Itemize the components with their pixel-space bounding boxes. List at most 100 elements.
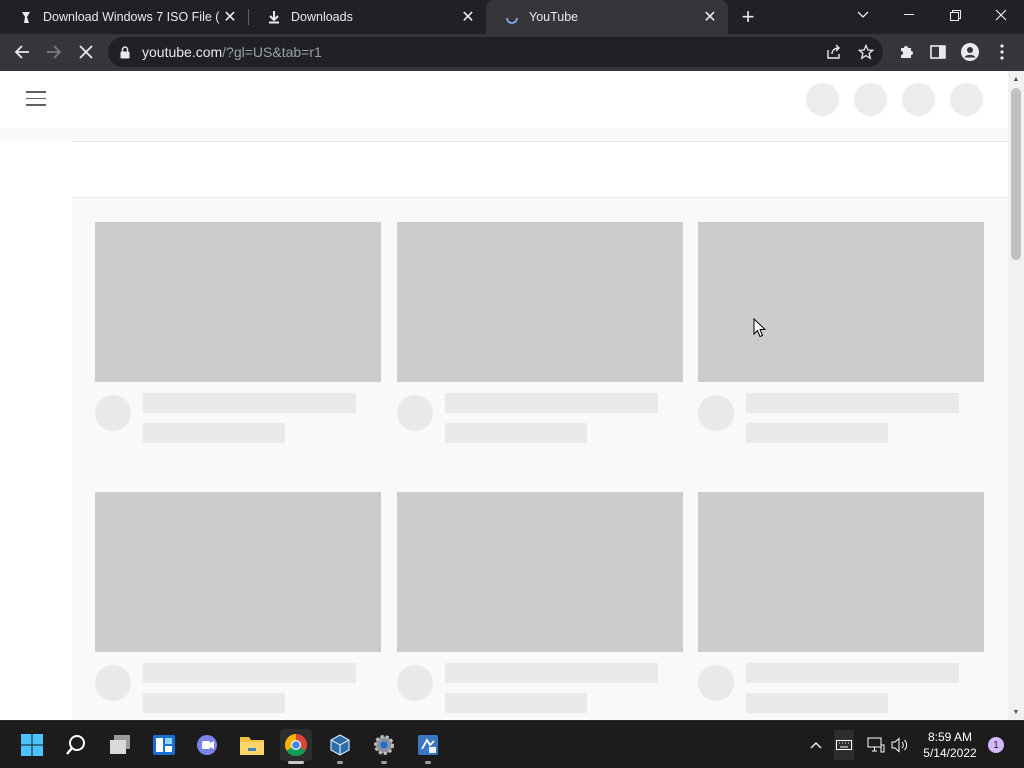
show-hidden-icons-chevron-icon[interactable]: [806, 735, 826, 755]
tab-downloads[interactable]: Downloads ✕: [248, 0, 486, 34]
tab-title: Download Windows 7 ISO File (U: [43, 10, 220, 24]
network-icon[interactable]: [866, 735, 886, 755]
share-icon[interactable]: [820, 38, 848, 66]
download-icon: [266, 9, 282, 25]
running-indicator: [337, 761, 343, 764]
chrome-icon[interactable]: [280, 729, 312, 764]
video-card-skeleton: [95, 492, 381, 720]
avatar-placeholder: [95, 665, 131, 701]
avatar-placeholder: [397, 395, 433, 431]
avatar-placeholder: [397, 665, 433, 701]
thumbnail-placeholder: [397, 222, 683, 382]
title-placeholder: [143, 663, 356, 683]
keyboard-icon[interactable]: [834, 730, 854, 760]
video-grid: [72, 198, 1008, 720]
tab-title: YouTube: [529, 10, 579, 24]
channel-placeholder: [143, 423, 285, 443]
video-card-skeleton: [95, 222, 381, 452]
avatar-placeholder: [698, 395, 734, 431]
loading-spinner-icon: [504, 9, 520, 25]
thumbnail-placeholder: [698, 492, 984, 652]
scrollbar-thumb[interactable]: [1011, 88, 1021, 260]
page-scrollbar[interactable]: ▲ ▼: [1008, 71, 1024, 720]
clock-date: 5/14/2022: [923, 746, 977, 760]
restore-button[interactable]: [932, 0, 978, 30]
channel-placeholder: [746, 423, 888, 443]
masthead-placeholder: [806, 83, 839, 116]
url-path: /?gl=US&tab=r1: [222, 44, 322, 60]
windows-start-icon[interactable]: [16, 729, 48, 761]
browser-menu-icon[interactable]: [988, 38, 1016, 66]
masthead-placeholder: [950, 83, 983, 116]
thumbnail-placeholder: [698, 222, 984, 382]
channel-placeholder: [445, 423, 587, 443]
title-placeholder: [746, 393, 959, 413]
video-card-skeleton: [397, 222, 683, 452]
forward-button[interactable]: [40, 38, 68, 66]
tab-search-chevron-icon[interactable]: [840, 0, 886, 30]
channel-placeholder: [445, 693, 587, 713]
masthead-placeholder: [854, 83, 887, 116]
virtualbox-icon[interactable]: [324, 729, 356, 764]
windows-taskbar: 8:59 AM 5/14/2022 1: [0, 720, 1024, 768]
title-placeholder: [445, 393, 658, 413]
tab-youtube[interactable]: YouTube ✕: [486, 0, 728, 34]
active-indicator: [288, 761, 304, 764]
channel-placeholder: [746, 693, 888, 713]
stop-loading-button[interactable]: [72, 38, 100, 66]
title-placeholder: [143, 393, 356, 413]
close-tab-icon[interactable]: ✕: [458, 7, 478, 27]
channel-placeholder: [143, 693, 285, 713]
tab-windows7-download[interactable]: Download Windows 7 ISO File (U ✕: [0, 0, 248, 34]
bookmark-star-icon[interactable]: [852, 38, 880, 66]
tab-strip: Download Windows 7 ISO File (U ✕ Downloa…: [0, 0, 1024, 34]
masthead-divider: [0, 129, 1008, 141]
app-icon[interactable]: [412, 729, 444, 764]
running-indicator: [381, 761, 387, 764]
lock-icon[interactable]: [118, 45, 132, 59]
avatar-placeholder: [95, 395, 131, 431]
file-explorer-icon[interactable]: [236, 729, 268, 761]
youtube-page: ▲ ▼: [0, 71, 1024, 720]
url-host: youtube.com: [142, 44, 223, 60]
thumbnail-placeholder: [397, 492, 683, 652]
close-window-button[interactable]: [978, 0, 1024, 30]
teams-chat-icon[interactable]: [192, 729, 224, 761]
widgets-icon[interactable]: [148, 729, 180, 761]
title-placeholder: [746, 663, 959, 683]
task-view-icon[interactable]: [104, 729, 136, 761]
url-text: youtube.com/?gl=US&tab=r1: [142, 44, 322, 60]
video-card-skeleton: [698, 492, 984, 720]
masthead: [0, 71, 1008, 129]
new-tab-button[interactable]: +: [736, 4, 760, 29]
guide-sidebar: [0, 141, 72, 720]
volume-icon[interactable]: [890, 735, 910, 755]
chip-bar-placeholder: [72, 141, 1008, 198]
minimize-button[interactable]: [886, 0, 932, 30]
scroll-down-arrow-icon[interactable]: ▼: [1008, 704, 1024, 720]
close-tab-icon[interactable]: ✕: [700, 7, 720, 27]
masthead-placeholder: [902, 83, 935, 116]
side-panel-icon[interactable]: [924, 38, 952, 66]
address-bar[interactable]: youtube.com/?gl=US&tab=r1: [108, 37, 883, 67]
tab-title: Downloads: [291, 10, 353, 24]
title-placeholder: [445, 663, 658, 683]
settings-icon[interactable]: [368, 729, 400, 764]
video-card-skeleton: [397, 492, 683, 720]
profile-avatar-icon[interactable]: [956, 38, 984, 66]
browser-toolbar: youtube.com/?gl=US&tab=r1: [0, 34, 1024, 71]
close-tab-icon[interactable]: ✕: [220, 7, 240, 27]
scroll-up-arrow-icon[interactable]: ▲: [1008, 71, 1024, 87]
search-icon[interactable]: [60, 729, 92, 761]
extensions-puzzle-icon[interactable]: [892, 38, 920, 66]
clock-time: 8:59 AM: [927, 730, 973, 744]
notification-badge[interactable]: 1: [988, 737, 1004, 753]
video-card-skeleton: [698, 222, 984, 452]
site-favicon-icon: [18, 9, 34, 25]
system-clock[interactable]: 8:59 AM 5/14/2022: [908, 729, 992, 761]
mouse-cursor-icon: [753, 318, 766, 338]
back-button[interactable]: [8, 38, 36, 66]
guide-menu-icon[interactable]: [26, 91, 46, 107]
thumbnail-placeholder: [95, 492, 381, 652]
avatar-placeholder: [698, 665, 734, 701]
